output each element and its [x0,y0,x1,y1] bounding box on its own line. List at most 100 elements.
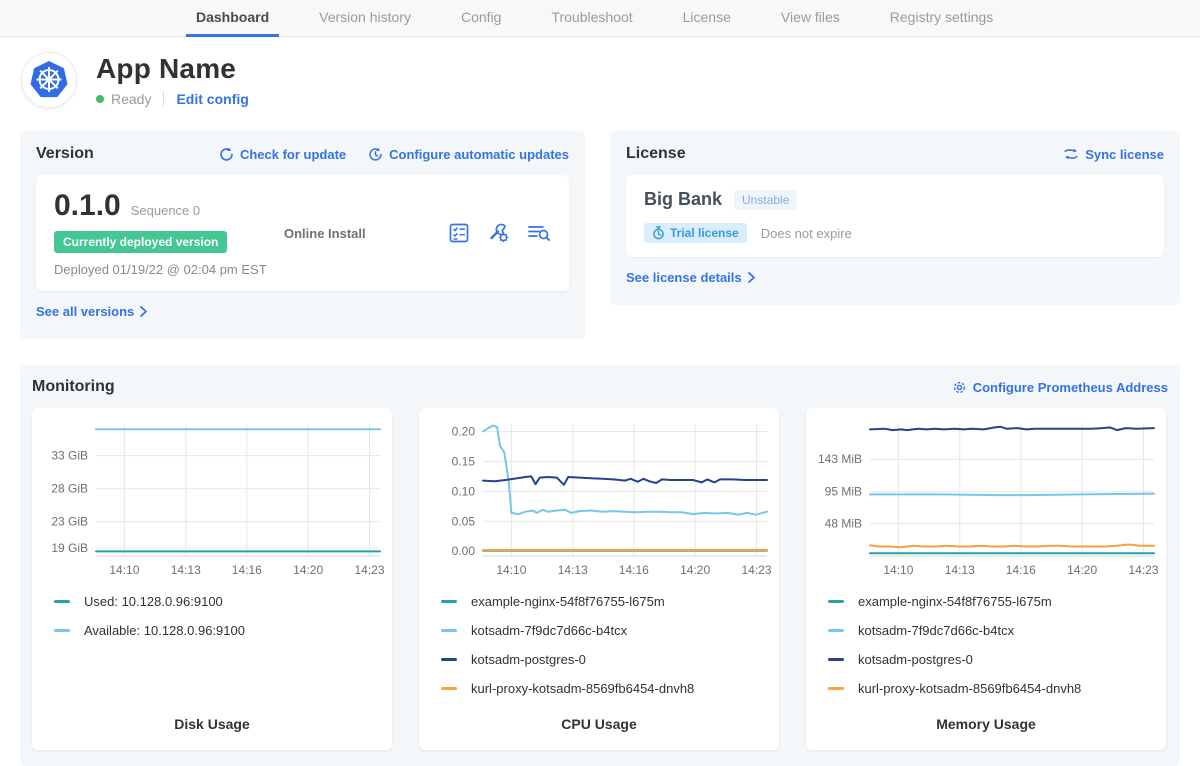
legend-swatch [828,658,844,661]
app-logo [22,53,76,107]
chevron-right-icon [140,306,147,317]
license-panel-title: License [626,145,686,163]
deployed-timestamp: Deployed 01/19/22 @ 02:04 pm EST [54,262,284,277]
svg-text:28 GiB: 28 GiB [51,482,88,496]
svg-text:14:13: 14:13 [171,563,201,577]
memory-usage-legend: example-nginx-54f8f76755-l675m kotsadm-7f… [828,594,1158,710]
monitoring-title: Monitoring [32,378,115,396]
svg-text:14:20: 14:20 [1067,563,1097,577]
check-for-update-button[interactable]: Check for update [219,147,346,162]
license-customer-name: Big Bank [644,189,722,210]
legend-label: Used: 10.128.0.96:9100 [84,594,223,609]
summary-cards-row: Version Check for update Configure autom… [20,131,1180,339]
legend-label: kotsadm-7f9dc7d66c-b4tcx [858,623,1014,638]
legend-example-nginx-54f8f76755-l675m: example-nginx-54f8f76755-l675m [828,594,1158,609]
svg-text:143 MiB: 143 MiB [818,452,862,466]
legend-kotsadm-postgres-0: kotsadm-postgres-0 [828,652,1158,667]
svg-text:33 GiB: 33 GiB [51,449,88,463]
see-license-details-link[interactable]: See license details [626,270,755,285]
legend-label: example-nginx-54f8f76755-l675m [858,594,1052,609]
legend-kotsadm-7f9dc7d66c-b4tcx: kotsadm-7f9dc7d66c-b4tcx [441,623,771,638]
tab-view-files[interactable]: View files [771,0,850,37]
legend-example-nginx-54f8f76755-l675m: example-nginx-54f8f76755-l675m [441,594,771,609]
current-version-card: 0.1.0 Sequence 0 Currently deployed vers… [36,175,569,291]
install-type-label: Online Install [284,226,447,241]
svg-text:0.05: 0.05 [452,514,476,528]
svg-text:14:20: 14:20 [293,563,323,577]
svg-text:14:13: 14:13 [945,563,975,577]
legend-label: kotsadm-postgres-0 [858,652,973,667]
tab-license[interactable]: License [673,0,741,37]
app-title: App Name [96,53,249,85]
see-all-versions-link[interactable]: See all versions [36,304,147,319]
svg-text:14:16: 14:16 [619,563,649,577]
legend-swatch [828,600,844,603]
configure-automatic-updates-button[interactable]: Configure automatic updates [368,147,569,162]
legend-swatch [54,629,70,632]
memory-usage-chart: 14:10 14:13 14:16 14:20 14:23 143 MiB 95 MiB 48… [814,416,1158,584]
svg-text:0.15: 0.15 [452,454,476,468]
disk-usage-chart-title: Disk Usage [40,716,384,734]
stopwatch-icon [652,226,665,240]
legend-swatch [441,687,457,690]
wrench-gear-icon [488,222,510,244]
cpu-usage-chart-title: CPU Usage [427,716,771,734]
legend-label: kurl-proxy-kotsadm-8569fb6454-dnvh8 [471,681,694,696]
sync-license-button[interactable]: Sync license [1063,147,1164,162]
svg-text:14:16: 14:16 [1006,563,1036,577]
monitoring-panel: Monitoring Configure Prometheus Address … [20,365,1180,766]
svg-text:14:20: 14:20 [680,563,710,577]
trial-license-badge: Trial license [644,223,747,243]
version-number: 0.1.0 [54,189,121,223]
charts-row: 14:1014:1314:1614:2014:2333 GiB28 GiB23 … [32,408,1168,750]
svg-text:14:23: 14:23 [354,563,384,577]
logs-search-icon [527,222,551,244]
disk-usage-chart-card: 14:1014:1314:1614:2014:2333 GiB28 GiB23 … [32,408,392,750]
svg-text:48 MiB: 48 MiB [825,517,862,531]
legend-swatch [441,629,457,632]
kubernetes-icon [29,60,69,100]
legend-kotsadm-7f9dc7d66c-b4tcx: kotsadm-7f9dc7d66c-b4tcx [828,623,1158,638]
legend-label: kotsadm-7f9dc7d66c-b4tcx [471,623,627,638]
legend-used-10-128-0-96-9100: Used: 10.128.0.96:9100 [54,594,384,609]
legend-label: kotsadm-postgres-0 [471,652,586,667]
configure-version-button[interactable] [487,221,511,245]
tab-registry-settings[interactable]: Registry settings [880,0,1003,37]
svg-text:14:10: 14:10 [883,563,913,577]
legend-swatch [54,600,70,603]
app-header: App Name Ready Edit config [0,37,1200,117]
tab-config[interactable]: Config [451,0,511,37]
memory-usage-chart-title: Memory Usage [814,716,1158,734]
cpu-usage-chart: 14:1014:1314:1614:2014:230.200.150.100.0… [427,416,771,584]
license-detail-card: Big Bank Unstable Trial license Does not… [626,175,1164,257]
svg-text:14:13: 14:13 [558,563,588,577]
top-nav-bar: Dashboard Version history Config Troublesho… [0,0,1200,37]
currently-deployed-badge: Currently deployed version [54,231,227,253]
svg-text:14:23: 14:23 [1128,563,1158,577]
cpu-usage-chart-card: 14:1014:1314:1614:2014:230.200.150.100.0… [419,408,779,750]
version-panel-title: Version [36,145,94,163]
gear-icon [952,380,967,395]
sync-arrows-icon [1063,147,1079,161]
legend-swatch [441,658,457,661]
version-panel: Version Check for update Configure autom… [20,131,585,339]
configure-prometheus-button[interactable]: Configure Prometheus Address [952,380,1168,395]
legend-label: kurl-proxy-kotsadm-8569fb6454-dnvh8 [858,681,1081,696]
preflight-checks-button[interactable] [447,221,471,245]
checklist-icon [448,222,470,244]
legend-swatch [828,687,844,690]
edit-config-link[interactable]: Edit config [176,91,248,107]
cpu-usage-legend: example-nginx-54f8f76755-l675m kotsadm-7f… [441,594,771,710]
tab-version-history[interactable]: Version history [309,0,421,37]
divider [163,91,164,107]
disk-usage-chart: 14:1014:1314:1614:2014:2333 GiB28 GiB23 … [40,416,384,584]
app-title-block: App Name Ready Edit config [96,53,249,107]
tab-troubleshoot[interactable]: Troubleshoot [541,0,642,37]
svg-text:95 MiB: 95 MiB [825,485,862,499]
svg-text:14:10: 14:10 [109,563,139,577]
svg-text:0.00: 0.00 [452,544,476,558]
view-deploy-logs-button[interactable] [527,221,551,245]
svg-text:14:10: 14:10 [496,563,526,577]
schedule-icon [368,147,383,162]
tab-dashboard[interactable]: Dashboard [186,0,279,37]
